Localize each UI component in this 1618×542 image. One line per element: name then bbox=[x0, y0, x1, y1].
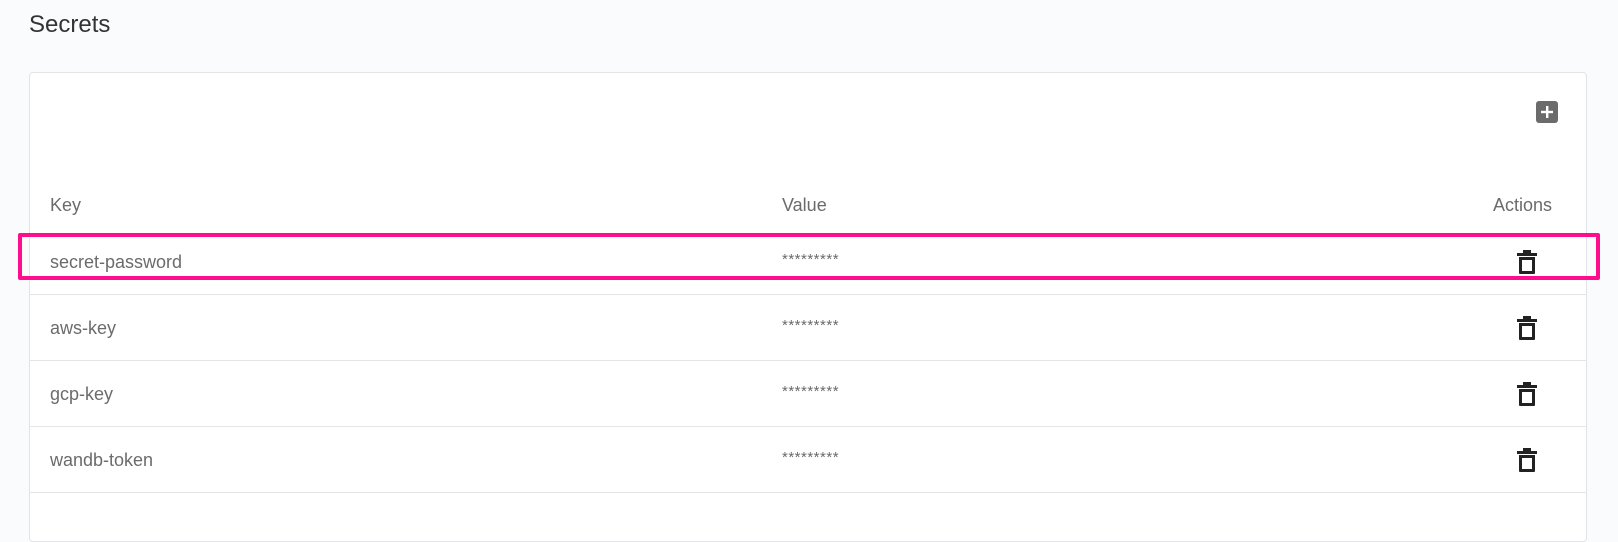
column-header-actions: Actions bbox=[1493, 195, 1553, 215]
column-header-key: Key bbox=[50, 195, 82, 215]
delete-secret-button[interactable] bbox=[1515, 249, 1539, 275]
secret-key: secret-password bbox=[50, 252, 183, 272]
page-title: Secrets bbox=[29, 11, 111, 38]
delete-secret-button[interactable] bbox=[1515, 315, 1539, 341]
add-secret-button[interactable] bbox=[1536, 101, 1558, 123]
secrets-card: Key Value Actions secret-password ******… bbox=[29, 72, 1587, 542]
secret-key: aws-key bbox=[50, 318, 117, 338]
secret-value: ********* bbox=[782, 449, 840, 466]
table-header: Key Value Actions bbox=[30, 183, 1586, 227]
trash-icon bbox=[1517, 316, 1537, 340]
column-header-value: Value bbox=[782, 195, 827, 215]
secret-value: ********* bbox=[782, 383, 840, 400]
delete-secret-button[interactable] bbox=[1515, 381, 1539, 407]
trash-icon bbox=[1517, 382, 1537, 406]
table-row: secret-password ********* bbox=[30, 229, 1586, 295]
table-body: secret-password ********* aws-key ******… bbox=[30, 229, 1586, 493]
delete-secret-button[interactable] bbox=[1515, 447, 1539, 473]
secret-key: wandb-token bbox=[50, 450, 154, 470]
plus-square-icon bbox=[1541, 106, 1553, 118]
secret-value: ********* bbox=[782, 317, 840, 334]
table-row: gcp-key ********* bbox=[30, 361, 1586, 427]
table-row: wandb-token ********* bbox=[30, 427, 1586, 493]
table-row: aws-key ********* bbox=[30, 295, 1586, 361]
secret-key: gcp-key bbox=[50, 384, 114, 404]
trash-icon bbox=[1517, 250, 1537, 274]
trash-icon bbox=[1517, 448, 1537, 472]
secret-value: ********* bbox=[782, 251, 840, 268]
